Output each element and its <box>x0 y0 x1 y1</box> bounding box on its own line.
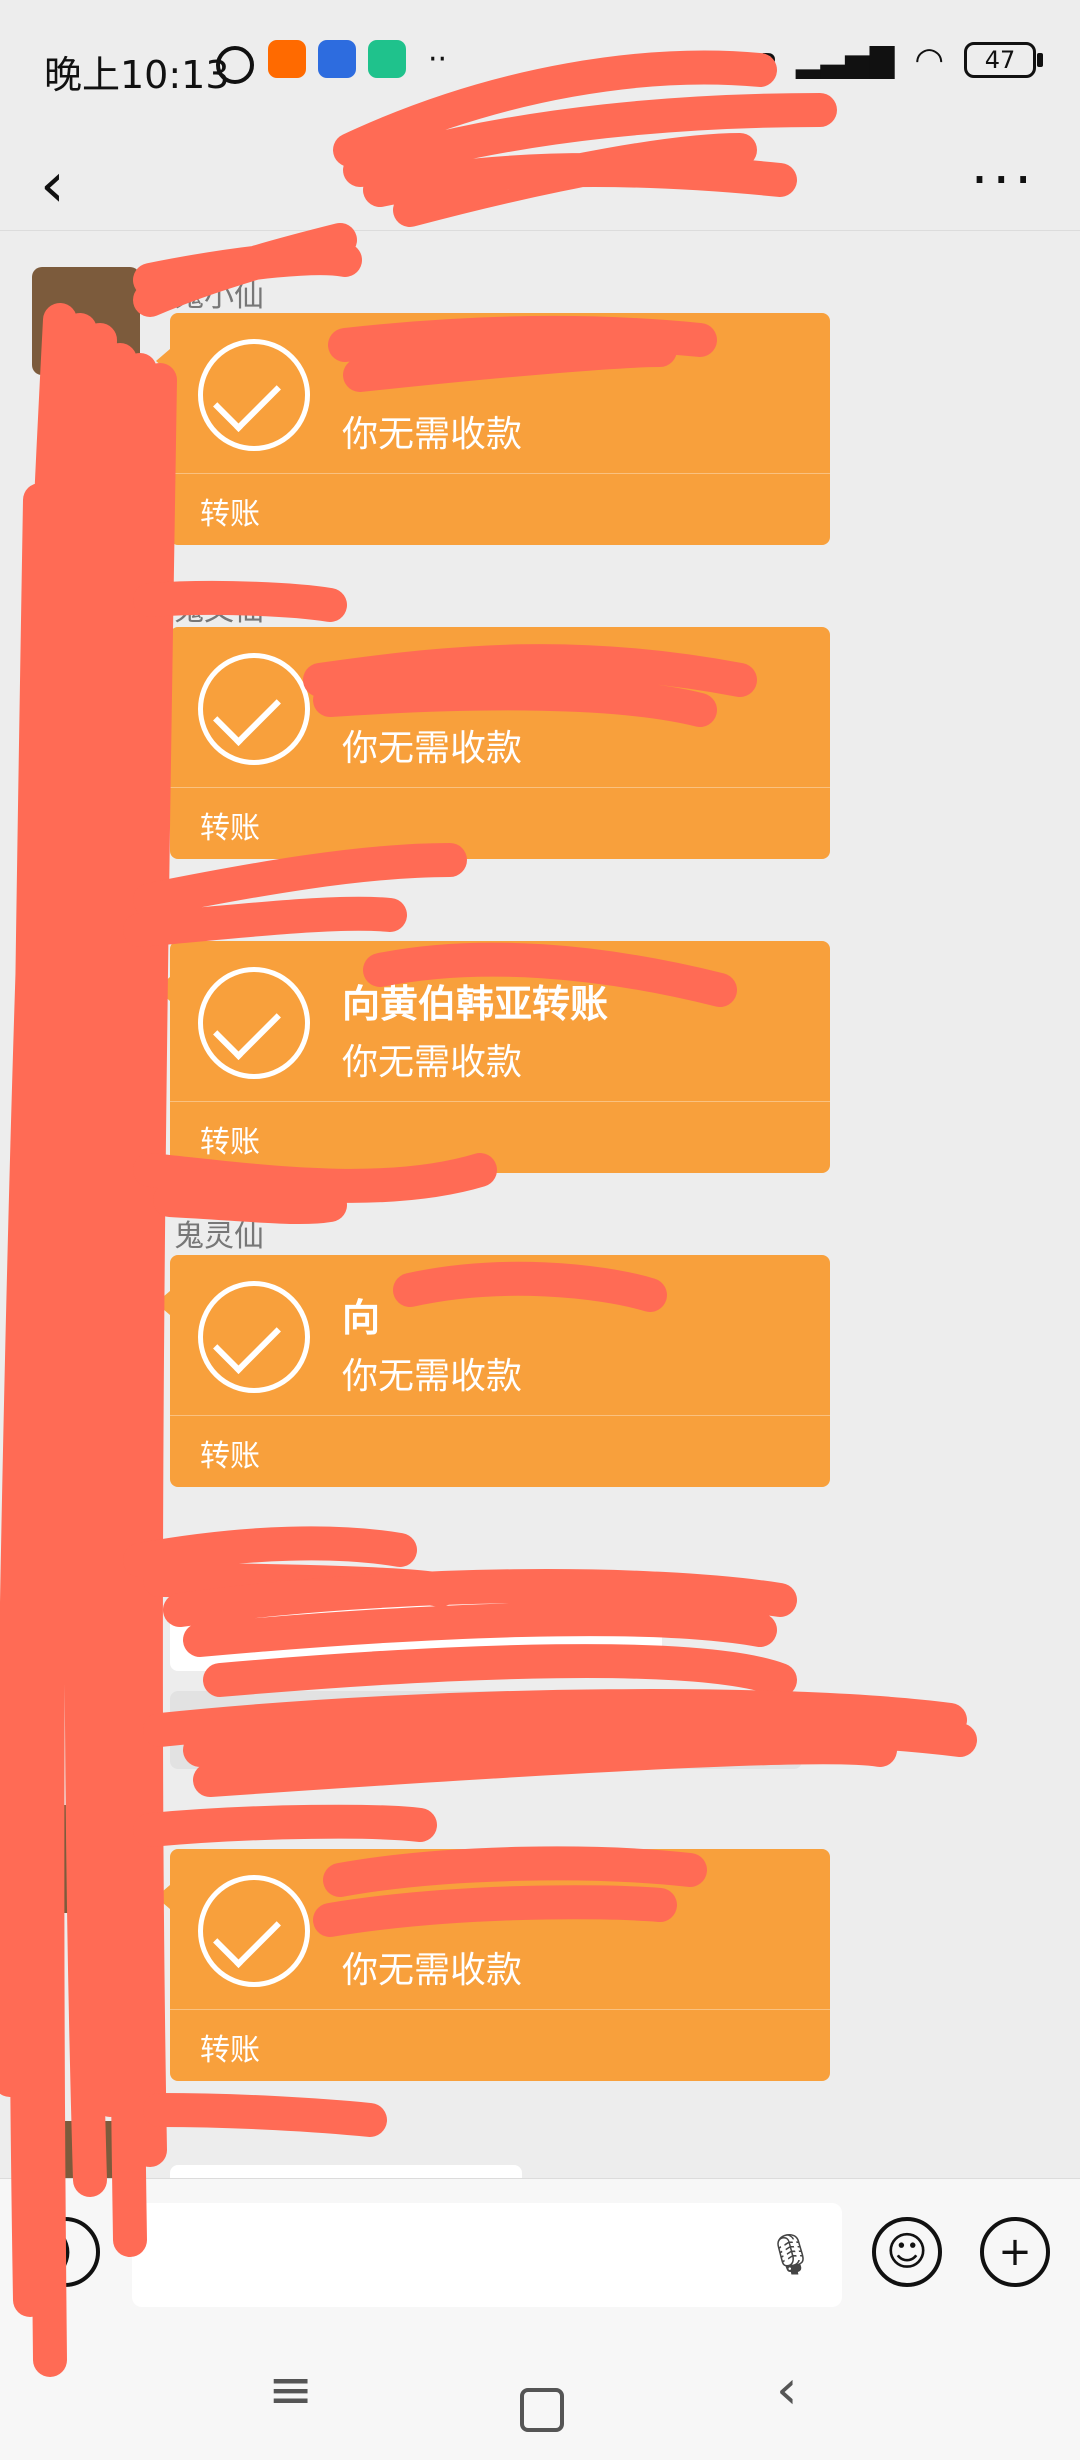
menu-icon[interactable]: ≡ <box>268 2358 313 2421</box>
message-list[interactable]: 鬼小仙 你无需收款 转账 鬼文仙 你无需收款 转账 向黄伯韩亚转账 你无需收款 … <box>0 231 1080 2178</box>
text-message[interactable] <box>170 1691 802 1769</box>
signal-icon: ▂▃▅▇ <box>795 41 895 79</box>
card-divider <box>170 1101 830 1102</box>
plus-icon: + <box>998 2229 1032 2275</box>
voice-toggle-button[interactable]: ) <box>30 2217 100 2287</box>
transfer-footer: 转账 <box>200 811 260 846</box>
check-circle-icon <box>198 339 310 451</box>
transfer-footer: 转账 <box>200 1439 260 1474</box>
transfer-subtitle: 你无需收款 <box>342 1042 523 1083</box>
card-divider <box>170 2009 830 2010</box>
sender-name: 鬼文仙 <box>174 593 264 628</box>
avatar[interactable] <box>32 895 140 1003</box>
more-notifications-icon: ·· <box>428 42 448 77</box>
wifi-icon: ◠ <box>914 40 944 80</box>
sender-name: 鬼灵仙 <box>174 1219 264 1254</box>
text-message[interactable] <box>170 1571 662 1671</box>
transfer-footer: 转账 <box>200 2033 260 2068</box>
app-notification-icon <box>318 40 356 78</box>
sender-name: 鬼小仙 <box>174 279 264 314</box>
transfer-card[interactable]: 你无需收款 转账 <box>156 313 830 545</box>
status-time: 晚上10:13 <box>44 53 230 97</box>
avatar[interactable] <box>32 267 140 375</box>
transfer-card[interactable]: 向 你无需收款 转账 <box>156 1255 830 1487</box>
battery-level: 47 <box>984 46 1016 74</box>
transfer-card[interactable]: 向黄伯韩亚转账 你无需收款 转账 <box>156 941 830 1173</box>
transfer-card[interactable]: 你无需收款 转账 <box>156 627 830 859</box>
transfer-footer: 转账 <box>200 497 260 532</box>
avatar[interactable] <box>32 1531 140 1639</box>
emoji-icon: ☺ <box>886 2229 928 2275</box>
system-nav-bar: ≡ ‹ <box>0 2330 1080 2460</box>
status-bar: 晚上10:13 ·· HD ▂▃▅▇ ◠ 47 <box>0 0 1080 130</box>
taobao-app-icon <box>268 40 306 78</box>
avatar[interactable] <box>32 1805 140 1913</box>
chevron-left-icon: ‹ <box>40 148 65 221</box>
avatar[interactable] <box>32 581 140 689</box>
more-dots-icon: ··· <box>970 148 1036 213</box>
card-divider <box>170 473 830 474</box>
battery-icon: 47 <box>964 42 1043 78</box>
transfer-title: 向 <box>342 1296 381 1340</box>
hd-label: HD <box>745 49 776 71</box>
transfer-title: 向黄伯韩亚转账 <box>342 982 609 1026</box>
chat-header: ‹ ··· <box>0 130 1080 231</box>
status-right: HD ▂▃▅▇ ◠ 47 <box>745 40 1043 80</box>
transfer-subtitle: 你无需收款 <box>342 728 523 769</box>
microphone-icon[interactable]: 🎙 <box>765 2231 816 2278</box>
text-message[interactable] <box>170 2165 522 2178</box>
transfer-subtitle: 你无需收款 <box>342 1356 523 1397</box>
more-button[interactable]: ··· <box>971 148 1036 213</box>
transfer-card[interactable]: 你无需收款 转账 <box>156 1849 830 2081</box>
plus-button[interactable]: + <box>980 2217 1050 2287</box>
back-triangle-icon[interactable]: ‹ <box>776 2358 798 2421</box>
back-button[interactable]: ‹ <box>40 148 65 221</box>
transfer-subtitle: 你无需收款 <box>342 1950 523 1991</box>
transfer-footer: 转账 <box>200 1125 260 1160</box>
voice-toggle-icon: ) <box>57 2229 73 2275</box>
home-square-icon[interactable] <box>520 2388 564 2432</box>
input-bar: ) 🎙 ☺ + <box>0 2178 1080 2331</box>
check-circle-icon <box>198 967 310 1079</box>
check-circle-icon <box>198 1281 310 1393</box>
avatar[interactable] <box>32 1211 140 1319</box>
card-divider <box>170 1415 830 1416</box>
check-circle-icon <box>198 653 310 765</box>
transfer-subtitle: 你无需收款 <box>342 414 523 455</box>
check-circle-icon <box>198 1875 310 1987</box>
alarm-icon <box>216 46 254 84</box>
message-input[interactable]: 🎙 <box>132 2203 842 2307</box>
card-divider <box>170 787 830 788</box>
shield-app-icon <box>368 40 406 78</box>
emoji-button[interactable]: ☺ <box>872 2217 942 2287</box>
avatar[interactable] <box>32 2121 140 2178</box>
